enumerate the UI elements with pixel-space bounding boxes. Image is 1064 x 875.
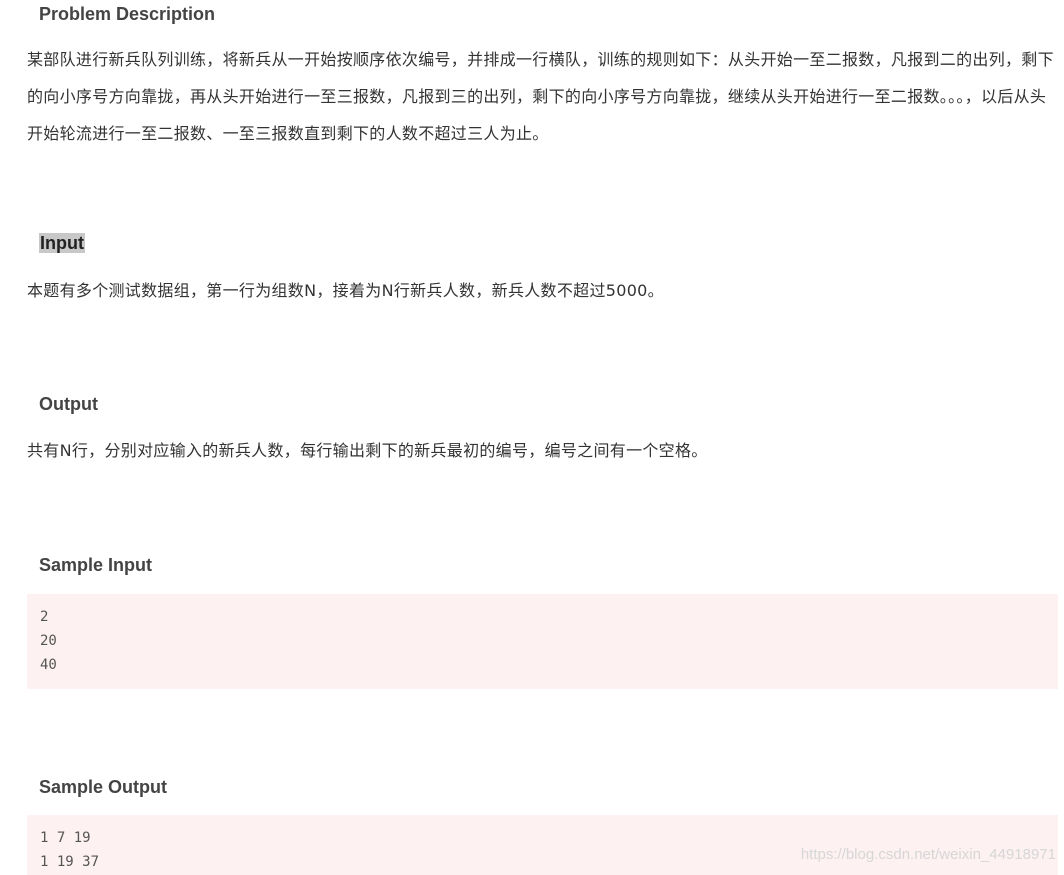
input-description-text: 本题有多个测试数据组，第一行为组数N，接着为N行新兵人数，新兵人数不超过5000… [27,281,664,300]
sample-input-line: 2 [40,609,49,625]
sample-input-line: 40 [40,657,57,673]
sample-output-heading: Sample Output [39,777,168,797]
sample-input-code-block: 2 20 40 [27,594,1058,689]
output-heading: Output [39,394,98,414]
problem-page: Problem Description 某部队进行新兵队列训练，将新兵从一开始按… [0,0,1064,875]
sample-input-line: 20 [40,633,57,649]
problem-description-text: 某部队进行新兵队列训练，将新兵从一开始按顺序依次编号，并排成一行横队，训练的规则… [27,50,1054,143]
sample-input-heading: Sample Input [39,555,153,575]
problem-description-heading: Problem Description [39,4,216,24]
input-heading-label: Input [39,233,85,253]
output-description-text: 共有N行，分别对应输入的新兵人数，每行输出剩下的新兵最初的编号，编号之间有一个空… [27,441,708,460]
sample-output-code-block: 1 7 19 1 19 37 [27,815,1058,875]
watermark-url: https://blog.csdn.net/weixin_44918971 [800,846,1056,863]
input-heading: Input [39,231,85,255]
